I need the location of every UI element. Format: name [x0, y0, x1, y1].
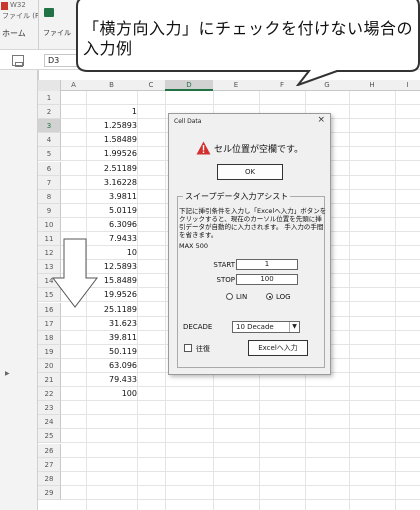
excel-icon [44, 8, 54, 17]
down-arrow-icon [52, 238, 98, 308]
row-header[interactable]: 19 [38, 344, 61, 359]
row-header[interactable]: 4 [38, 133, 61, 148]
lin-radio[interactable] [226, 293, 233, 300]
cell-b[interactable]: 3.16228 [86, 176, 137, 190]
home-tab[interactable]: ホーム [2, 28, 26, 39]
row-header[interactable]: 6 [38, 161, 61, 176]
start-input[interactable]: 1 [236, 259, 298, 270]
grid-row [61, 91, 420, 105]
row-header[interactable]: 21 [38, 373, 61, 387]
decade-value: 10 Decade [236, 323, 274, 331]
cell-b[interactable]: 39.811 [86, 331, 137, 345]
background-window-strip [0, 70, 38, 510]
row-header[interactable]: 2 [38, 105, 61, 120]
sweep-group-label: スイープデータ入力アシスト [183, 191, 291, 202]
row-header[interactable]: 1 [38, 91, 61, 105]
row-header[interactable]: 20 [38, 358, 61, 373]
row-header[interactable]: 9 [38, 203, 61, 218]
dialog-title: Cell Data [174, 118, 202, 125]
ok-button[interactable]: OK [217, 164, 283, 180]
cell-b[interactable]: 79.433 [86, 373, 137, 387]
row-header[interactable]: 27 [38, 457, 61, 472]
sweep-description: 下記に挿引条件を入力し「Excelへ入力」ボタンをクリックすると、現在のカーソル… [179, 207, 327, 239]
grid-row [61, 472, 420, 486]
row-header[interactable]: 22 [38, 387, 61, 402]
cell-b[interactable]: 3.9811 [86, 190, 137, 204]
grid-row [61, 429, 420, 444]
row-header[interactable]: 29 [38, 485, 61, 500]
chevron-down-icon[interactable]: ▼ [289, 322, 299, 332]
log-label: LOG [276, 293, 291, 301]
row-header[interactable]: 25 [38, 429, 61, 444]
row-header[interactable]: 17 [38, 316, 61, 331]
lin-label: LIN [236, 293, 248, 301]
cell-b[interactable]: 6.3096 [86, 218, 137, 232]
row-header[interactable]: 7 [38, 175, 61, 190]
cell-b[interactable]: 5.0119 [86, 204, 137, 218]
excel-input-button[interactable]: Excelへ入力 [248, 340, 308, 356]
row-header[interactable]: 3 [38, 119, 61, 134]
grid-row [61, 458, 420, 472]
row-header[interactable]: 23 [38, 401, 61, 416]
callout-text: 「横方向入力」にチェックを付けない場合の入力例 [83, 19, 414, 58]
cell-b[interactable]: 1.25893 [86, 119, 137, 133]
app-icon [1, 2, 8, 10]
cell-b[interactable]: 50.119 [86, 345, 137, 359]
window-title: W32 [10, 1, 26, 9]
cell-b[interactable]: 63.096 [86, 359, 137, 373]
select-all-corner[interactable] [38, 80, 61, 91]
horizontal-checkbox[interactable] [184, 344, 192, 352]
row-header[interactable]: 28 [38, 471, 61, 486]
row-header[interactable]: 10 [38, 217, 61, 232]
cell-b[interactable]: 100 [86, 387, 137, 401]
grid-row [61, 486, 420, 500]
stop-input[interactable]: 100 [236, 274, 298, 285]
expand-arrow-icon[interactable]: ▶ [5, 370, 10, 377]
horizontal-label: 往復 [196, 345, 210, 353]
max-label: MAX 500 [179, 242, 208, 250]
file-tab[interactable]: ファイル [43, 28, 71, 38]
log-radio[interactable] [266, 293, 273, 300]
warning-message: セル位置が空欄です。 [214, 145, 304, 155]
row-header[interactable]: 5 [38, 147, 61, 162]
decade-label: DECADE [183, 323, 213, 331]
close-icon[interactable]: × [317, 115, 325, 125]
row-header[interactable]: 24 [38, 415, 61, 430]
grid-row [61, 444, 420, 458]
row-header[interactable]: 26 [38, 443, 61, 458]
stop-label: STOP [216, 276, 235, 284]
row-header[interactable]: 8 [38, 189, 61, 204]
save-icon[interactable] [12, 55, 24, 67]
cell-b[interactable]: 2.51189 [86, 162, 137, 176]
decade-select[interactable]: 10 Decade ▼ [232, 321, 300, 333]
cell-b[interactable]: 31.623 [86, 317, 137, 331]
start-label: START [213, 261, 235, 269]
cell-b[interactable]: 1.58489 [86, 133, 137, 147]
grid-row [61, 401, 420, 416]
row-header[interactable]: 18 [38, 330, 61, 345]
cell-data-dialog: Cell Data × セル位置が空欄です。 OK スイープデータ入力アシスト … [168, 113, 331, 375]
grid-row [61, 415, 420, 430]
cell-b[interactable]: 1.99526 [86, 147, 137, 161]
cell-b[interactable]: 1 [86, 105, 137, 119]
warning-triangle-icon [196, 141, 211, 155]
